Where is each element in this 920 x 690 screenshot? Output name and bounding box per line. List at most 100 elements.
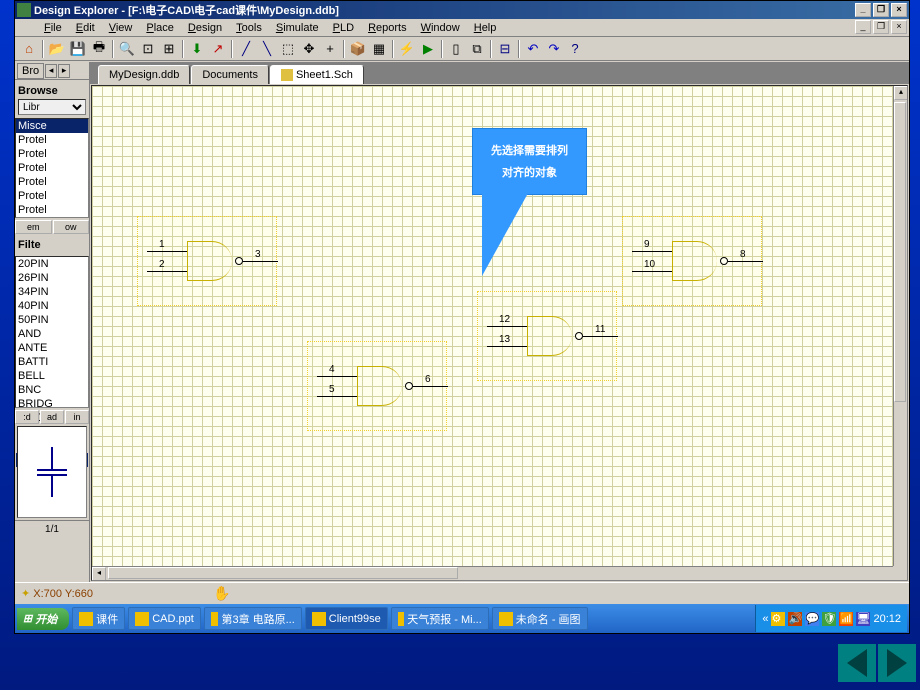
open-icon[interactable]: 📂 <box>47 39 67 59</box>
list-item[interactable]: Misce <box>16 119 88 133</box>
place-part-button[interactable]: ad <box>40 410 64 424</box>
list-item[interactable]: Protel <box>16 175 88 189</box>
maximize-button[interactable]: ❐ <box>873 3 889 17</box>
find-part-button[interactable]: in <box>65 410 89 424</box>
list-item[interactable]: Protel <box>16 161 88 175</box>
taskbar-item[interactable]: 第3章 电路原... <box>204 607 302 630</box>
mdi-restore[interactable]: ❐ <box>873 20 889 34</box>
library-select[interactable]: Libr <box>18 99 86 115</box>
menu-simulate[interactable]: Simulate <box>269 21 326 35</box>
windows-icon: ⊞ <box>23 612 32 625</box>
tray-icon-1[interactable]: ⚙ <box>771 612 785 626</box>
menu-edit[interactable]: Edit <box>69 21 102 35</box>
hand-icon: ✋ <box>213 585 230 602</box>
part-icon[interactable]: 📦 <box>348 39 368 59</box>
list-item[interactable]: 34PIN <box>16 285 88 299</box>
menu-help[interactable]: Help <box>467 21 504 35</box>
menu-window[interactable]: Window <box>414 21 467 35</box>
minimize-button[interactable]: _ <box>855 3 871 17</box>
browse-tab[interactable]: Bro <box>17 63 44 79</box>
sim-icon[interactable]: ⧉ <box>467 39 487 59</box>
list-item[interactable]: 26PIN <box>16 271 88 285</box>
tab-documents[interactable]: Documents <box>191 65 269 84</box>
menu-place[interactable]: Place <box>139 21 181 35</box>
mdi-minimize[interactable]: _ <box>855 20 871 34</box>
help-icon[interactable]: ? <box>565 39 585 59</box>
hierarchy-icon[interactable]: ⬇ <box>187 39 207 59</box>
menu-tools[interactable]: Tools <box>229 21 269 35</box>
run-icon[interactable]: ▶ <box>418 39 438 59</box>
part-list[interactable]: 20PIN26PIN34PIN40PIN50PINANDANTEBATTIBEL… <box>15 256 89 408</box>
mdi-close[interactable]: × <box>891 20 907 34</box>
titlebar: Design Explorer - [F:\电子CAD\电子cad课件\MyDe… <box>15 1 909 19</box>
list-item[interactable]: Protel <box>16 189 88 203</box>
filter-label: Filte <box>18 237 86 253</box>
tray-icon-6[interactable]: 🖥 <box>856 612 870 626</box>
menu-pld[interactable]: PLD <box>326 21 361 35</box>
tray-tip-icon[interactable]: « <box>762 613 768 625</box>
redo-icon[interactable]: ↷ <box>544 39 564 59</box>
zoom-area-icon[interactable]: ⊡ <box>138 39 158 59</box>
list-item[interactable]: Protel <box>16 203 88 217</box>
library-list[interactable]: MisceProtelProtelProtelProtelProtelProte… <box>15 118 89 218</box>
select-icon[interactable]: ⬚ <box>278 39 298 59</box>
taskbar-item[interactable]: 未命名 - 画图 <box>492 607 588 630</box>
tab-next[interactable]: ▸ <box>58 64 70 78</box>
start-button[interactable]: ⊞ 开始 <box>17 608 69 630</box>
chip-icon[interactable]: ▯ <box>446 39 466 59</box>
undo-icon[interactable]: ↶ <box>523 39 543 59</box>
tray-icon-2[interactable]: 🔊 <box>788 612 802 626</box>
list-item[interactable]: Protel <box>16 147 88 161</box>
taskbar-item[interactable]: 课件 <box>72 607 125 630</box>
taskbar-item[interactable]: Client99se <box>305 607 388 630</box>
zoom-icon[interactable]: 🔍 <box>117 39 137 59</box>
taskbar-item[interactable]: CAD.ppt <box>128 607 201 630</box>
cross-probe-icon[interactable]: ↗ <box>208 39 228 59</box>
home-icon[interactable]: ⌂ <box>19 39 39 59</box>
bus-icon[interactable]: ╲ <box>257 39 277 59</box>
tab-sheet1[interactable]: Sheet1.Sch <box>270 65 364 84</box>
save-icon[interactable]: 💾 <box>68 39 88 59</box>
system-tray[interactable]: « ⚙ 🔊 💬 🛡 📶 🖥 20:12 <box>755 605 907 632</box>
sheet-icon[interactable]: ▦ <box>369 39 389 59</box>
menu-reports[interactable]: Reports <box>361 21 414 35</box>
list-item[interactable]: BELL <box>16 369 88 383</box>
place-icon[interactable]: + <box>320 39 340 59</box>
remove-lib-button[interactable]: em <box>15 220 52 234</box>
wire-icon[interactable]: ╱ <box>236 39 256 59</box>
scrollbar-horizontal[interactable]: ◂ <box>92 566 893 580</box>
add-lib-button[interactable]: ow <box>53 220 90 234</box>
taskbar: ⊞ 开始 课件CAD.ppt第3章 电路原...Client99se天气预报 -… <box>15 604 909 633</box>
next-slide-button[interactable] <box>878 644 916 682</box>
list-item[interactable]: AND <box>16 327 88 341</box>
scrollbar-vertical[interactable]: ▴ <box>893 86 907 566</box>
schematic-canvas[interactable]: 先选择需要排列对齐的对象 1234561213119108 <box>92 86 893 566</box>
tray-icon-4[interactable]: 🛡 <box>822 612 836 626</box>
list-item[interactable]: ANTE <box>16 341 88 355</box>
close-button[interactable]: × <box>891 3 907 17</box>
list-item[interactable]: 20PIN <box>16 257 88 271</box>
list-item[interactable]: 40PIN <box>16 299 88 313</box>
list-item[interactable]: 50PIN <box>16 313 88 327</box>
prev-slide-button[interactable] <box>838 644 876 682</box>
clock[interactable]: 20:12 <box>873 613 901 625</box>
tab-mydesign[interactable]: MyDesign.ddb <box>98 65 190 84</box>
zoom-fit-icon[interactable]: ⊞ <box>159 39 179 59</box>
list-item[interactable]: Protel <box>16 133 88 147</box>
taskbar-item[interactable]: 天气预报 - Mi... <box>391 607 489 630</box>
menu-view[interactable]: View <box>102 21 140 35</box>
tray-icon-5[interactable]: 📶 <box>839 612 853 626</box>
edit-part-button[interactable]: :d <box>15 410 39 424</box>
move-icon[interactable]: ✥ <box>299 39 319 59</box>
print-icon[interactable]: 🖶 <box>89 39 109 59</box>
tray-icon-3[interactable]: 💬 <box>805 612 819 626</box>
menu-file[interactable]: File <box>37 21 69 35</box>
menu-design[interactable]: Design <box>181 21 229 35</box>
list-item[interactable]: BATTI <box>16 355 88 369</box>
sidebar: Bro ◂ ▸ Browse Libr MisceProtelProtelPro… <box>15 62 90 582</box>
options-icon[interactable]: ⊟ <box>495 39 515 59</box>
list-item[interactable]: BRIDG <box>16 397 88 411</box>
list-item[interactable]: BNC <box>16 383 88 397</box>
tab-prev[interactable]: ◂ <box>45 64 57 78</box>
power-icon[interactable]: ⚡ <box>397 39 417 59</box>
